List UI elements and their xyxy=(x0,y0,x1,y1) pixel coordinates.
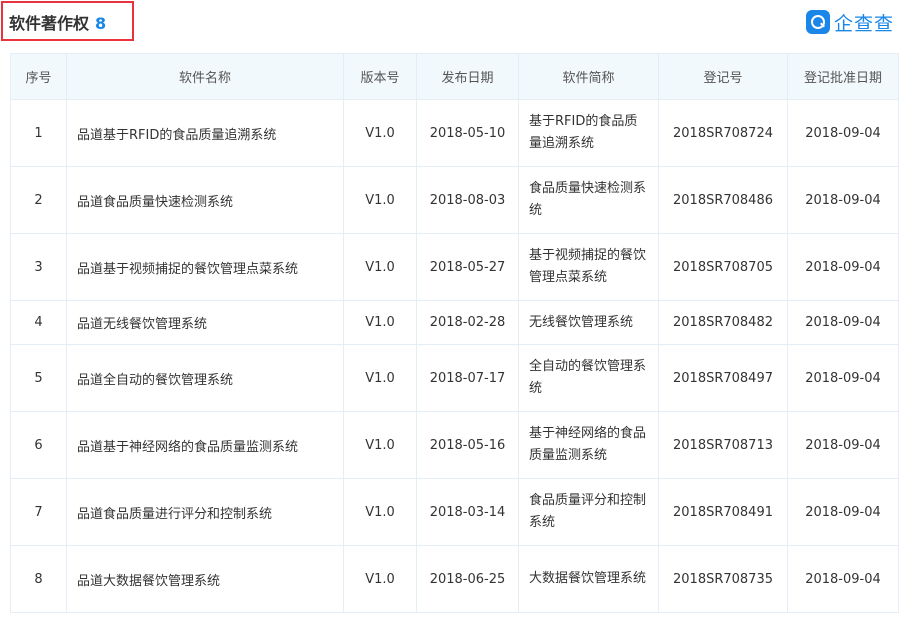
approval-date: 2018-09-04 xyxy=(787,99,899,167)
software-name: 品道全自动的餐饮管理系统 xyxy=(66,344,344,412)
version: V1.0 xyxy=(343,478,417,546)
version: V1.0 xyxy=(343,344,417,412)
brand-logo: 企查查 xyxy=(806,8,894,36)
registration-number: 2018SR708713 xyxy=(658,411,788,479)
software-name: 品道基于视频捕捉的餐饮管理点菜系统 xyxy=(66,233,344,301)
table-row: 3 品道基于视频捕捉的餐饮管理点菜系统 V1.0 2018-05-27 基于视频捕捉的餐… xyxy=(10,233,899,301)
publish-date: 2018-02-28 xyxy=(416,300,519,345)
short-name: 基于神经网络的食品质量监测系统 xyxy=(518,411,659,479)
table-row: 6 品道基于神经网络的食品质量监测系统 V1.0 2018-05-16 基于神经网络的食… xyxy=(10,411,899,479)
column-header-registration-number: 登记号 xyxy=(658,53,788,100)
short-name: 大数据餐饮管理系统 xyxy=(518,545,659,613)
publish-date: 2018-05-16 xyxy=(416,411,519,479)
short-name: 食品质量快速检测系统 xyxy=(518,166,659,234)
section-title-text: 软件著作权 xyxy=(9,14,90,33)
column-header-software-name: 软件名称 xyxy=(66,53,344,100)
short-name: 基于视频捕捉的餐饮管理点菜系统 xyxy=(518,233,659,301)
row-index: 6 xyxy=(10,411,67,479)
row-index: 3 xyxy=(10,233,67,301)
short-name: 食品质量评分和控制系统 xyxy=(518,478,659,546)
approval-date: 2018-09-04 xyxy=(787,545,899,613)
version: V1.0 xyxy=(343,99,417,167)
row-index: 4 xyxy=(10,300,67,345)
brand-icon xyxy=(806,10,830,34)
approval-date: 2018-09-04 xyxy=(787,300,899,345)
software-name: 品道食品质量进行评分和控制系统 xyxy=(66,478,344,546)
row-index: 8 xyxy=(10,545,67,613)
approval-date: 2018-09-04 xyxy=(787,478,899,546)
table-row: 1 品道基于RFID的食品质量追溯系统 V1.0 2018-05-10 基于RFID的食… xyxy=(10,99,899,167)
row-index: 2 xyxy=(10,166,67,234)
column-header-publish-date: 发布日期 xyxy=(416,53,519,100)
record-count: 8 xyxy=(95,14,107,33)
version: V1.0 xyxy=(343,300,417,345)
registration-number: 2018SR708724 xyxy=(658,99,788,167)
brand-name: 企查查 xyxy=(834,12,895,35)
short-name: 基于RFID的食品质量追溯系统 xyxy=(518,99,659,167)
table-row: 7 品道食品质量进行评分和控制系统 V1.0 2018-03-14 食品质量评分和控制系… xyxy=(10,478,899,546)
column-header-short-name: 软件简称 xyxy=(518,53,659,100)
column-header-version: 版本号 xyxy=(343,53,417,100)
section-title: 软件著作权 8 xyxy=(9,10,106,34)
column-header-approval-date: 登记批准日期 xyxy=(787,53,899,100)
registration-number: 2018SR708705 xyxy=(658,233,788,301)
registration-number: 2018SR708482 xyxy=(658,300,788,345)
software-name: 品道基于神经网络的食品质量监测系统 xyxy=(66,411,344,479)
software-copyright-table: 序号 软件名称 版本号 发布日期 软件简称 登记号 登记批准日期 1 品道基于RF… xyxy=(10,53,899,613)
approval-date: 2018-09-04 xyxy=(787,411,899,479)
software-name: 品道食品质量快速检测系统 xyxy=(66,166,344,234)
registration-number: 2018SR708491 xyxy=(658,478,788,546)
publish-date: 2018-03-14 xyxy=(416,478,519,546)
publish-date: 2018-06-25 xyxy=(416,545,519,613)
version: V1.0 xyxy=(343,545,417,613)
registration-number: 2018SR708497 xyxy=(658,344,788,412)
row-index: 1 xyxy=(10,99,67,167)
approval-date: 2018-09-04 xyxy=(787,233,899,301)
version: V1.0 xyxy=(343,166,417,234)
publish-date: 2018-05-10 xyxy=(416,99,519,167)
approval-date: 2018-09-04 xyxy=(787,166,899,234)
approval-date: 2018-09-04 xyxy=(787,344,899,412)
registration-number: 2018SR708735 xyxy=(658,545,788,613)
short-name: 无线餐饮管理系统 xyxy=(518,300,659,345)
table-row: 2 品道食品质量快速检测系统 V1.0 2018-08-03 食品质量快速检测系统 201… xyxy=(10,166,899,234)
table-header-row: 序号 软件名称 版本号 发布日期 软件简称 登记号 登记批准日期 xyxy=(10,53,899,100)
short-name: 全自动的餐饮管理系统 xyxy=(518,344,659,412)
software-name: 品道大数据餐饮管理系统 xyxy=(66,545,344,613)
registration-number: 2018SR708486 xyxy=(658,166,788,234)
row-index: 7 xyxy=(10,478,67,546)
table-row: 5 品道全自动的餐饮管理系统 V1.0 2018-07-17 全自动的餐饮管理系统 201… xyxy=(10,344,899,412)
version: V1.0 xyxy=(343,233,417,301)
publish-date: 2018-05-27 xyxy=(416,233,519,301)
column-header-index: 序号 xyxy=(10,53,67,100)
software-name: 品道无线餐饮管理系统 xyxy=(66,300,344,345)
publish-date: 2018-08-03 xyxy=(416,166,519,234)
version: V1.0 xyxy=(343,411,417,479)
publish-date: 2018-07-17 xyxy=(416,344,519,412)
row-index: 5 xyxy=(10,344,67,412)
software-name: 品道基于RFID的食品质量追溯系统 xyxy=(66,99,344,167)
table-row: 4 品道无线餐饮管理系统 V1.0 2018-02-28 无线餐饮管理系统 2018SR7… xyxy=(10,300,899,345)
table-row: 8 品道大数据餐饮管理系统 V1.0 2018-06-25 大数据餐饮管理系统 2018S… xyxy=(10,545,899,613)
